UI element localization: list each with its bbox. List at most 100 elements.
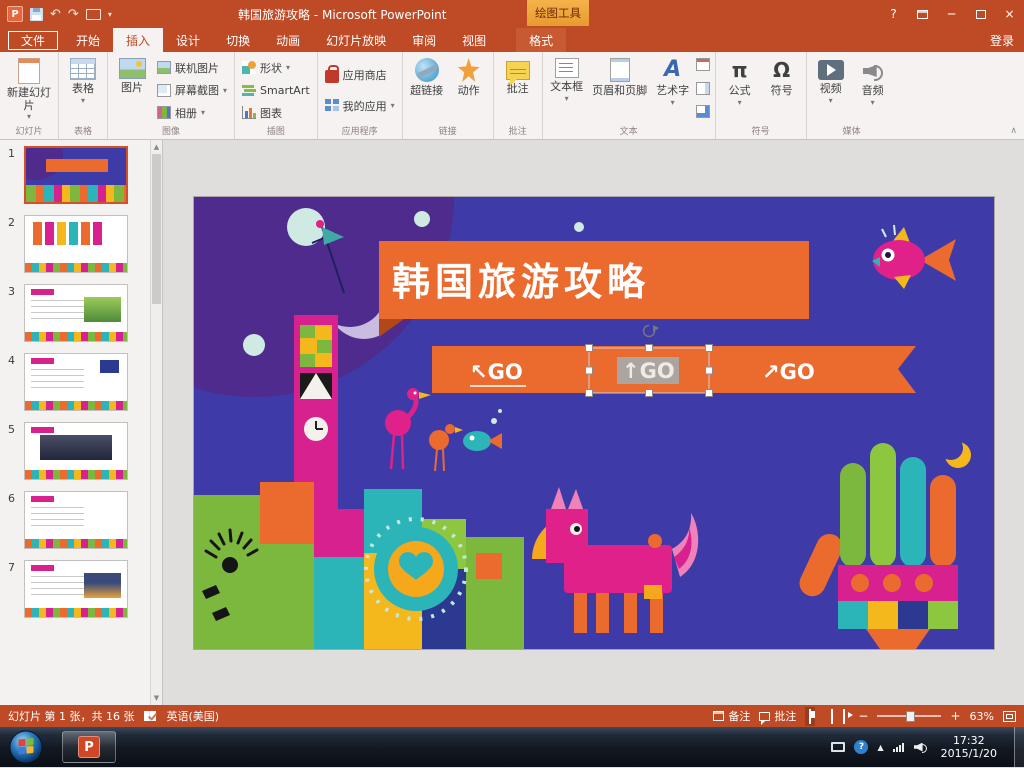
panel-scrollbar[interactable]: ▲ ▼ bbox=[150, 140, 162, 705]
video-icon bbox=[818, 60, 844, 80]
start-slideshow-icon[interactable] bbox=[86, 9, 101, 20]
powerpoint-app-icon[interactable]: P bbox=[7, 6, 23, 22]
quick-access-toolbar: P ↶ ↷ ▾ bbox=[0, 6, 112, 22]
tray-hidden-icons-button[interactable]: ▲ bbox=[877, 743, 883, 752]
dot-shape[interactable] bbox=[414, 211, 430, 227]
go-link-right[interactable]: ↗GO bbox=[762, 360, 815, 384]
slide-title[interactable]: 韩国旅游攻略 bbox=[392, 260, 650, 304]
audio-button[interactable]: 音频 ▾ bbox=[852, 55, 894, 107]
tower-illustration[interactable] bbox=[294, 315, 338, 509]
slide-thumbnail[interactable] bbox=[24, 146, 128, 204]
slide-thumbnail[interactable] bbox=[24, 353, 128, 411]
slide-thumbnail[interactable] bbox=[24, 491, 128, 549]
date-time-button[interactable] bbox=[696, 58, 710, 71]
tab-file[interactable]: 文件 bbox=[8, 31, 58, 50]
qat-customize-dropdown-icon[interactable]: ▾ bbox=[108, 10, 112, 19]
screenshot-icon bbox=[157, 84, 171, 97]
go-link-middle[interactable]: ↑GO bbox=[622, 359, 675, 383]
notes-toggle[interactable]: 备注 bbox=[713, 708, 750, 724]
hyperlink-button[interactable]: 超链接 bbox=[406, 55, 448, 98]
store-button[interactable]: 应用商店 bbox=[321, 64, 399, 85]
screenshot-button[interactable]: 屏幕截图 ▾ bbox=[153, 80, 231, 101]
scroll-up-icon[interactable]: ▲ bbox=[151, 140, 162, 154]
tab-slideshow[interactable]: 幻灯片放映 bbox=[313, 28, 399, 52]
group-label-slides: 幻灯片 bbox=[0, 124, 58, 137]
my-apps-button[interactable]: 我的应用 ▾ bbox=[321, 95, 399, 116]
video-button[interactable]: 视频 ▾ bbox=[810, 55, 852, 105]
table-button[interactable]: 表格 ▾ bbox=[62, 55, 104, 105]
slide-sorter-view-button[interactable] bbox=[817, 713, 825, 719]
shapes-button[interactable]: 形状 ▾ bbox=[238, 57, 314, 78]
ribbon-options-button[interactable] bbox=[908, 2, 937, 26]
normal-view-button[interactable] bbox=[805, 707, 815, 726]
save-icon[interactable] bbox=[30, 8, 43, 21]
reading-view-button[interactable] bbox=[827, 707, 837, 726]
collapse-ribbon-icon[interactable]: ∧ bbox=[1010, 126, 1017, 136]
start-button[interactable] bbox=[8, 729, 44, 765]
tray-display-icon[interactable] bbox=[831, 742, 845, 752]
close-button[interactable]: × bbox=[995, 2, 1024, 26]
slideshow-view-button[interactable] bbox=[839, 707, 849, 726]
slide-thumbnail[interactable] bbox=[24, 422, 128, 480]
tab-design[interactable]: 设计 bbox=[163, 28, 213, 52]
photo-album-dropdown-icon: ▾ bbox=[201, 109, 205, 117]
go-ribbon-banner[interactable]: ↖GO ↑GO ↗GO bbox=[432, 346, 916, 393]
action-button[interactable]: 动作 bbox=[448, 55, 490, 98]
zoom-in-button[interactable]: + bbox=[950, 709, 960, 723]
audio-dropdown-icon: ▾ bbox=[871, 99, 875, 107]
new-slide-button[interactable]: 新建幻灯片 ▾ bbox=[3, 55, 55, 121]
tab-animations[interactable]: 动画 bbox=[263, 28, 313, 52]
tray-network-icon[interactable] bbox=[893, 742, 905, 752]
zoom-level[interactable]: 63% bbox=[970, 710, 994, 723]
comments-toggle[interactable]: 批注 bbox=[759, 708, 796, 724]
zoom-slider[interactable] bbox=[877, 715, 941, 717]
scroll-down-icon[interactable]: ▼ bbox=[151, 691, 162, 705]
minimize-button[interactable]: ─ bbox=[937, 2, 966, 26]
spell-check-icon[interactable] bbox=[144, 711, 156, 721]
redo-icon[interactable]: ↷ bbox=[68, 8, 79, 21]
zoom-out-button[interactable]: − bbox=[858, 709, 868, 723]
tab-review[interactable]: 审阅 bbox=[399, 28, 449, 52]
photo-album-button[interactable]: 相册 ▾ bbox=[153, 102, 231, 123]
taskbar-clock[interactable]: 17:32 2015/1/20 bbox=[941, 734, 997, 760]
header-footer-button[interactable]: 页眉和页脚 bbox=[588, 55, 652, 98]
tab-view[interactable]: 视图 bbox=[449, 28, 499, 52]
symbol-button[interactable]: Ω 符号 bbox=[761, 55, 803, 98]
slide-number: 7 bbox=[8, 560, 20, 618]
smartart-button[interactable]: SmartArt bbox=[238, 80, 314, 101]
tab-insert[interactable]: 插入 bbox=[113, 28, 163, 52]
object-button[interactable] bbox=[696, 105, 710, 118]
comment-button[interactable]: 批注 bbox=[497, 55, 539, 96]
sign-in-link[interactable]: 登录 bbox=[990, 28, 1014, 52]
equation-button[interactable]: π 公式 ▾ bbox=[719, 55, 761, 107]
go-link-left[interactable]: ↖GO bbox=[470, 360, 523, 384]
slide-canvas[interactable]: 韩国旅游攻略 bbox=[194, 197, 994, 649]
tab-format[interactable]: 格式 bbox=[516, 28, 566, 52]
tray-volume-icon[interactable] bbox=[914, 742, 928, 753]
taskbar-powerpoint-button[interactable]: P bbox=[62, 731, 116, 763]
undo-icon[interactable]: ↶ bbox=[50, 8, 61, 21]
wordart-button[interactable]: A 艺术字 ▾ bbox=[652, 55, 694, 107]
dot-shape[interactable] bbox=[243, 334, 265, 356]
slide-number-button[interactable] bbox=[696, 82, 710, 95]
maximize-button[interactable] bbox=[966, 2, 995, 26]
show-desktop-button[interactable] bbox=[1014, 727, 1024, 767]
tray-help-icon[interactable]: ? bbox=[854, 740, 868, 754]
slide-thumbnail[interactable] bbox=[24, 215, 128, 273]
wordart-dropdown-icon: ▾ bbox=[671, 99, 675, 107]
online-pictures-button[interactable]: 联机图片 bbox=[153, 57, 231, 78]
ribbon-group-symbols: π 公式 ▾ Ω 符号 符号 bbox=[716, 52, 807, 139]
fit-to-window-button[interactable] bbox=[1003, 711, 1016, 722]
language-indicator[interactable]: 英语(美国) bbox=[166, 708, 219, 724]
tab-home[interactable]: 开始 bbox=[63, 28, 113, 52]
picture-button[interactable]: 图片 bbox=[111, 55, 153, 95]
slide-thumbnail[interactable] bbox=[24, 284, 128, 342]
scrollbar-thumb[interactable] bbox=[152, 154, 161, 304]
chart-button[interactable]: 图表 bbox=[238, 102, 314, 123]
maximize-icon bbox=[976, 10, 986, 19]
help-button[interactable]: ? bbox=[879, 2, 908, 26]
tab-transitions[interactable]: 切换 bbox=[213, 28, 263, 52]
dot-shape[interactable] bbox=[574, 222, 584, 232]
text-box-button[interactable]: 文本框 ▾ bbox=[546, 55, 588, 103]
slide-thumbnail[interactable] bbox=[24, 560, 128, 618]
